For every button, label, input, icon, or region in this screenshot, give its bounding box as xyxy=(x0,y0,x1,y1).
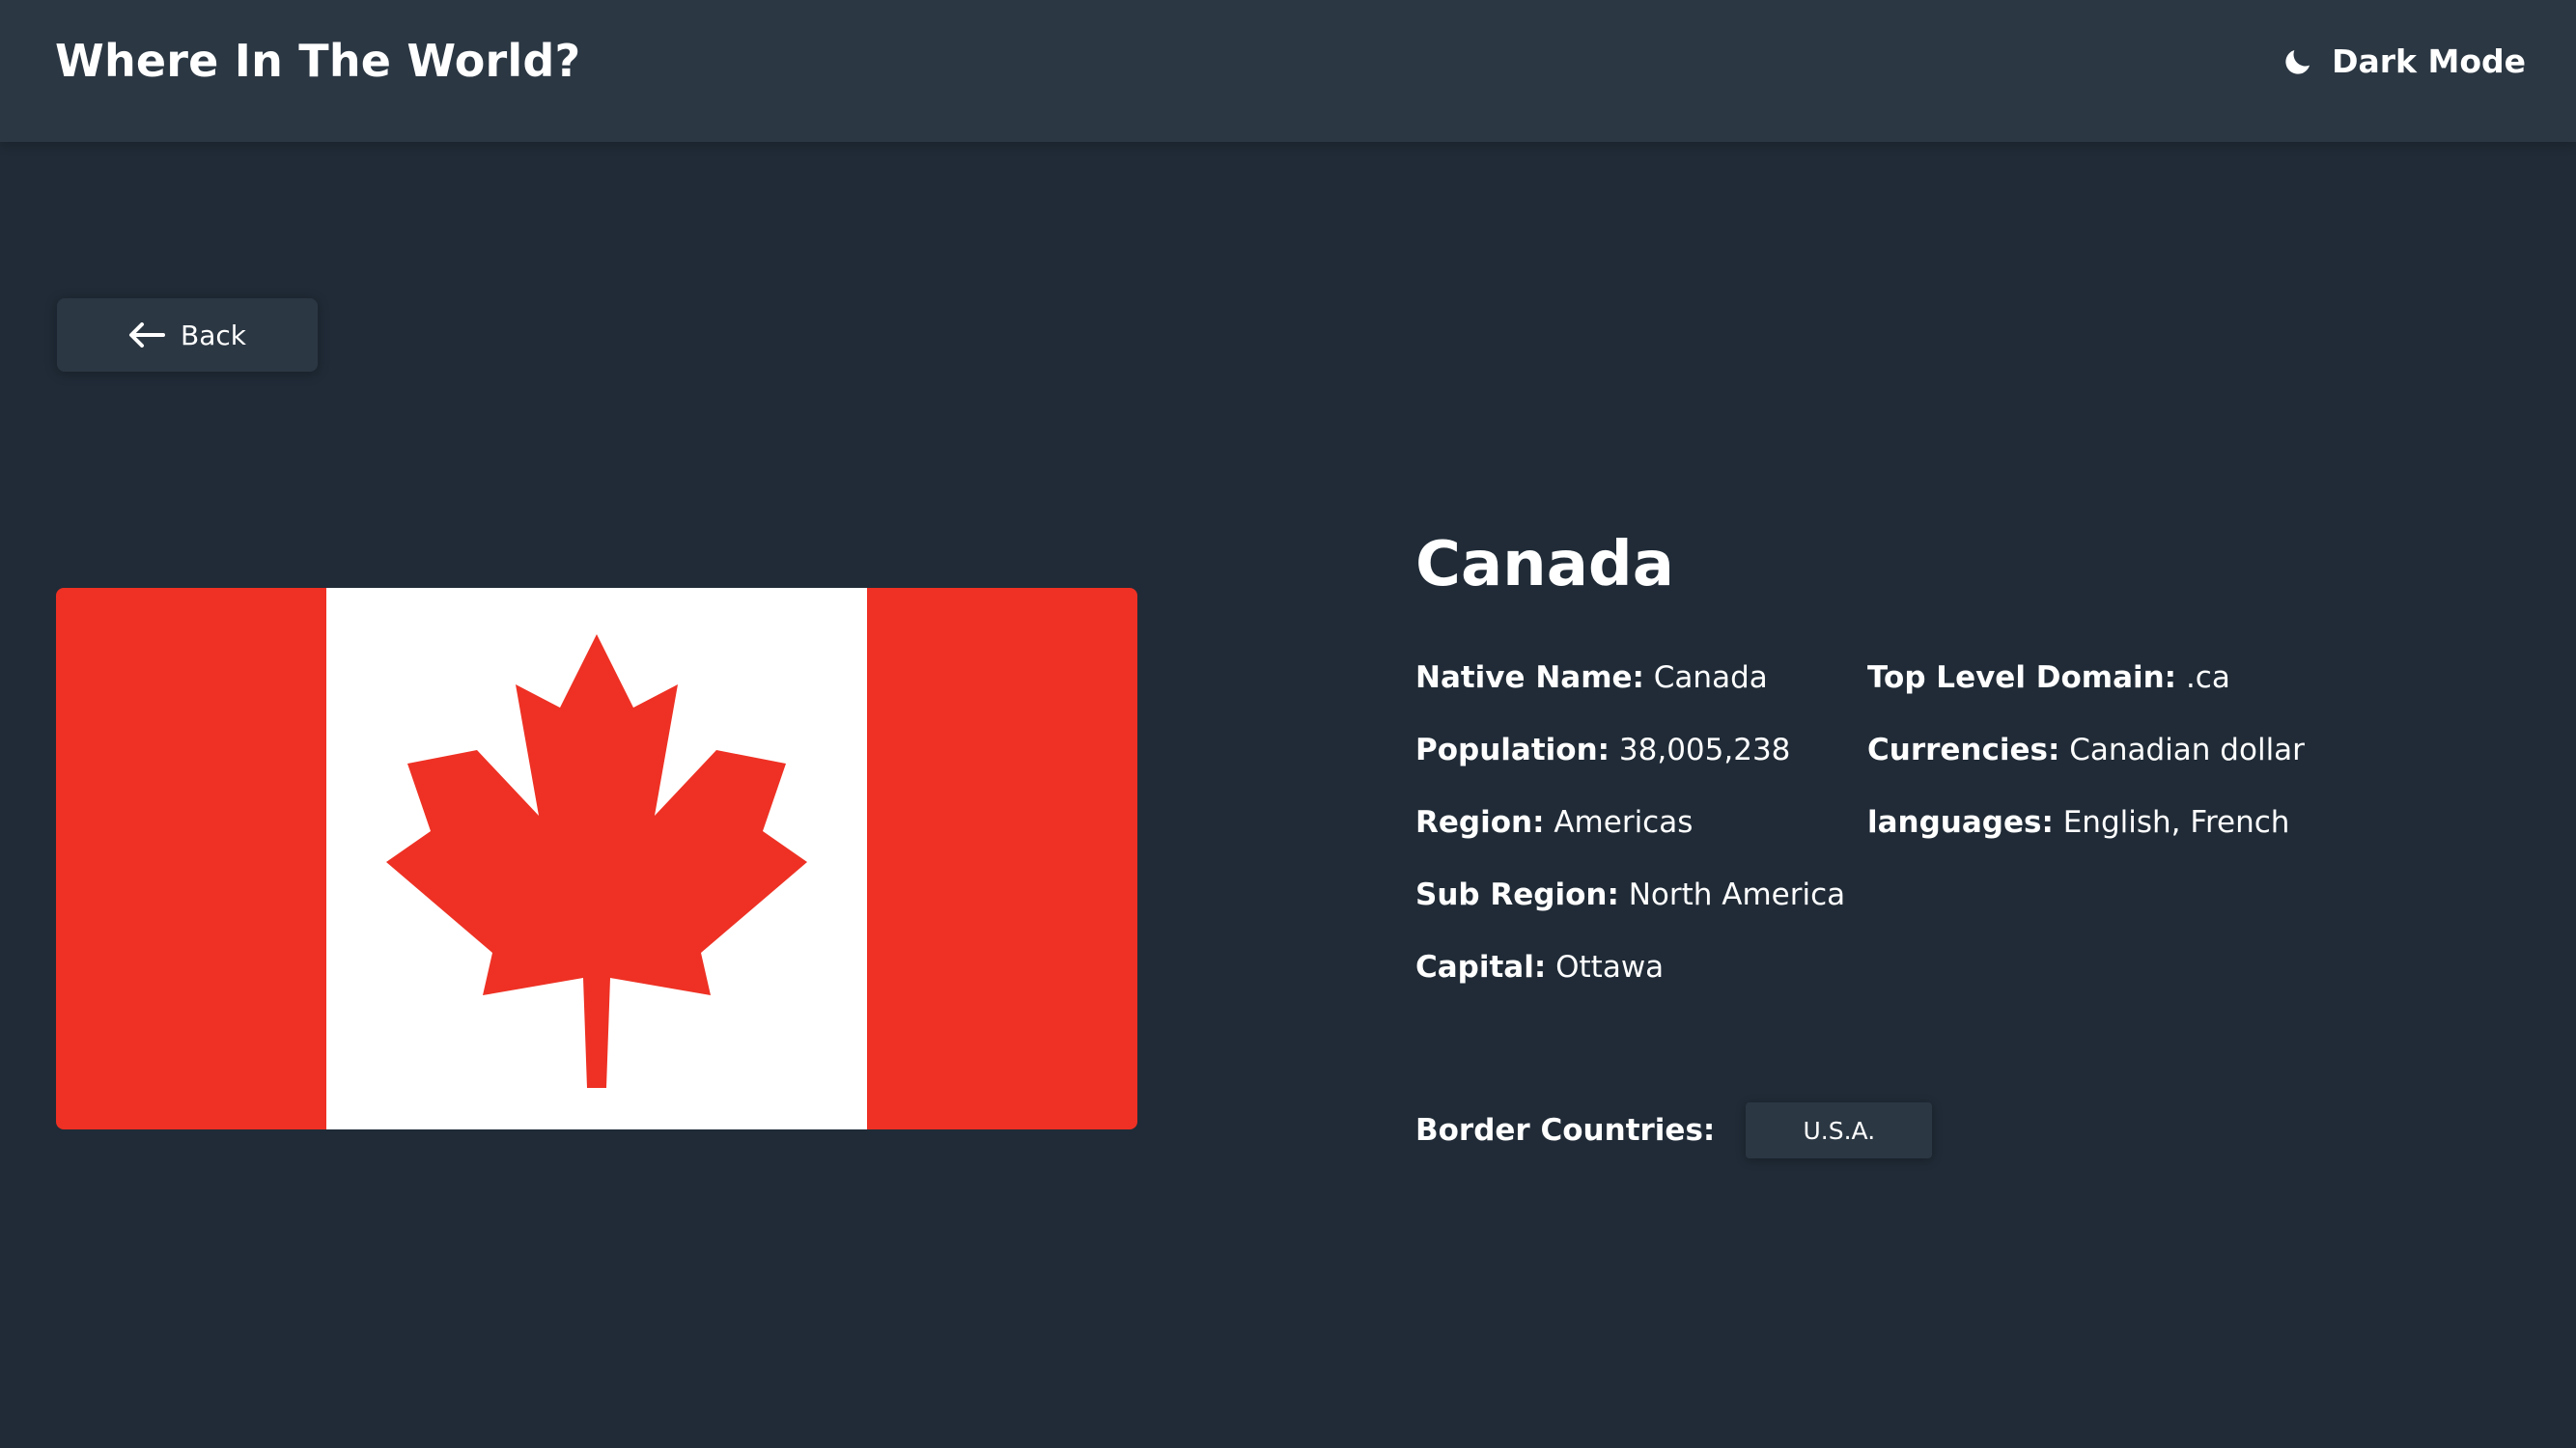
detail-key: Currencies: xyxy=(1867,733,2060,767)
detail-value: Ottawa xyxy=(1555,950,1665,985)
app-header: Where In The World? Dark Mode xyxy=(0,0,2576,142)
moon-icon xyxy=(2285,49,2310,74)
detail-value: English, French xyxy=(2062,805,2290,840)
country-name: Canada xyxy=(1415,529,1674,600)
border-country-button[interactable]: U.S.A. xyxy=(1746,1102,1933,1158)
detail-key: Top Level Domain: xyxy=(1867,660,2177,695)
detail-population: Population: 38,005,238 xyxy=(1415,729,1845,801)
border-countries-list: U.S.A. xyxy=(1746,1102,1933,1158)
detail-value: Canadian dollar xyxy=(2069,733,2305,767)
detail-key: Population: xyxy=(1415,733,1610,767)
detail-top-level-domain: Top Level Domain: .ca xyxy=(1867,656,2305,729)
border-countries: Border Countries: U.S.A. xyxy=(1415,1102,1933,1158)
detail-key: Capital: xyxy=(1415,950,1547,985)
details-column-left: Native Name: Canada Population: 38,005,2… xyxy=(1415,656,1845,1018)
detail-key: Region: xyxy=(1415,805,1545,840)
details-column-right: Top Level Domain: .ca Currencies: Canadi… xyxy=(1867,656,2305,874)
back-button-label: Back xyxy=(181,319,246,351)
back-button[interactable]: Back xyxy=(57,298,318,372)
detail-key: languages: xyxy=(1867,805,2054,840)
arrow-left-icon xyxy=(129,322,165,348)
app-title: Where In The World? xyxy=(55,35,581,87)
dark-mode-label: Dark Mode xyxy=(2332,42,2526,80)
detail-value: Americas xyxy=(1554,805,1694,840)
detail-region: Region: Americas xyxy=(1415,801,1845,874)
detail-value: .ca xyxy=(2185,660,2230,695)
detail-key: Sub Region: xyxy=(1415,877,1619,912)
detail-capital: Capital: Ottawa xyxy=(1415,946,1845,1018)
detail-value: Canada xyxy=(1653,660,1768,695)
detail-value: 38,005,238 xyxy=(1618,733,1791,767)
detail-value: North America xyxy=(1628,877,1846,912)
detail-currencies: Currencies: Canadian dollar xyxy=(1867,729,2305,801)
detail-sub-region: Sub Region: North America xyxy=(1415,874,1845,946)
country-flag-image xyxy=(56,588,1137,1129)
dark-mode-toggle[interactable]: Dark Mode xyxy=(2282,42,2526,80)
detail-key: Native Name: xyxy=(1415,660,1644,695)
detail-languages: languages: English, French xyxy=(1867,801,2305,874)
detail-native-name: Native Name: Canada xyxy=(1415,656,1845,729)
border-countries-label: Border Countries: xyxy=(1415,1113,1716,1148)
